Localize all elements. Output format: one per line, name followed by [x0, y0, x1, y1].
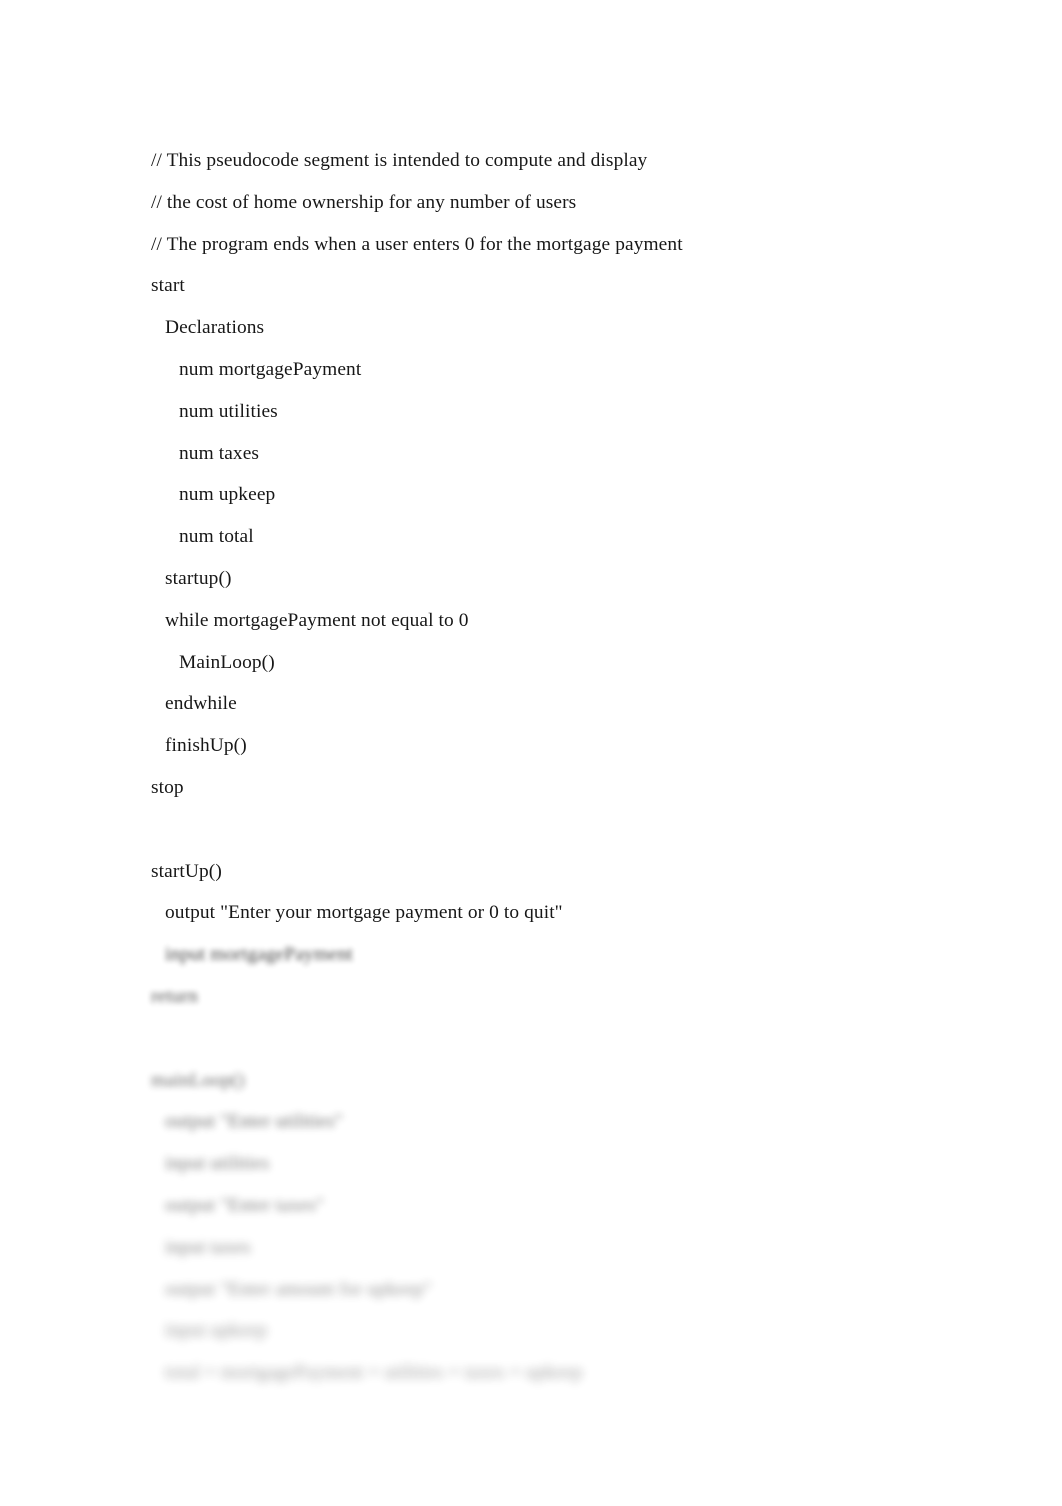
- code-line: // The program ends when a user enters 0…: [151, 233, 683, 255]
- code-line: start: [151, 275, 185, 297]
- code-line: num taxes: [179, 442, 260, 464]
- code-line: output "Enter utilities": [165, 1111, 343, 1133]
- code-line: output "Enter amount for upkeep": [165, 1278, 432, 1300]
- code-line: MainLoop(): [179, 651, 275, 673]
- code-line: // the cost of home ownership for any nu…: [151, 191, 577, 213]
- code-line: Declarations: [165, 317, 265, 339]
- document-page: // This pseudocode segment is intended t…: [0, 0, 1062, 1506]
- code-line: input taxes: [165, 1236, 251, 1258]
- code-line: stop: [151, 776, 184, 798]
- code-line: output "Enter your mortgage payment or 0…: [165, 902, 563, 924]
- code-line: startup(): [165, 567, 232, 589]
- pseudocode-text-block: // This pseudocode segment is intended t…: [151, 140, 931, 1394]
- code-line: // This pseudocode segment is intended t…: [151, 150, 648, 171]
- code-line: input upkeep: [165, 1320, 267, 1342]
- code-line: finishUp(): [165, 735, 247, 757]
- code-line: total = mortgagePayment + utilities + ta…: [165, 1362, 583, 1384]
- code-line: while mortgagePayment not equal to 0: [165, 609, 469, 631]
- code-line: num total: [179, 526, 254, 548]
- code-line: num utilities: [179, 400, 278, 422]
- code-line: endwhile: [165, 693, 237, 715]
- code-line: input mortgagePayment: [165, 944, 353, 966]
- code-line: return: [151, 985, 198, 1007]
- code-line: mainLoop(): [151, 1069, 245, 1091]
- code-line: num mortgagePayment: [179, 358, 362, 380]
- code-line: output "Enter taxes": [165, 1194, 324, 1216]
- code-line: input utilities: [165, 1153, 270, 1175]
- code-line: num upkeep: [179, 484, 276, 506]
- code-line: startUp(): [151, 860, 222, 882]
